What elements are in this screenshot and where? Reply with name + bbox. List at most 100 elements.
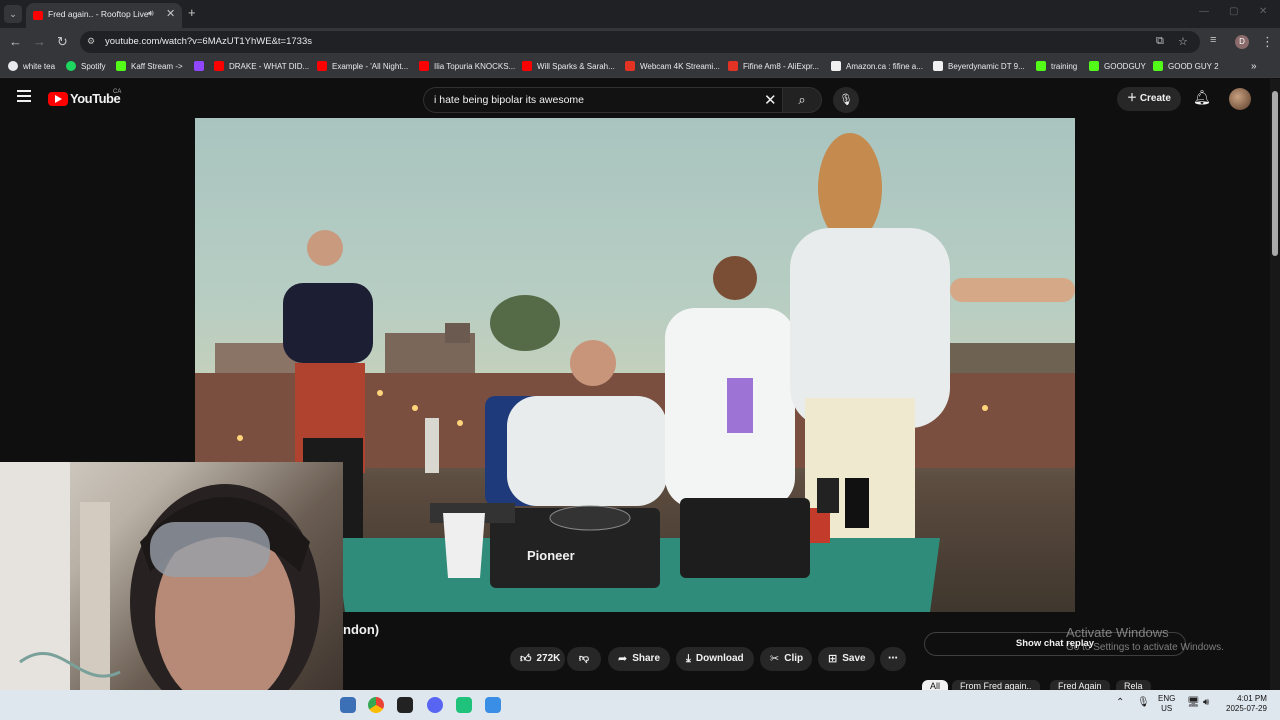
discord-icon[interactable] bbox=[427, 697, 443, 713]
bookmark-item[interactable]: Will Sparks & Sarah... bbox=[522, 61, 615, 71]
bookmark-item[interactable]: Webcam 4K Streami... bbox=[625, 61, 720, 71]
bookmark-item[interactable]: Spotify bbox=[66, 61, 105, 71]
bookmark-item[interactable]: Ilia Topuria KNOCKS... bbox=[419, 61, 515, 71]
tree bbox=[490, 295, 560, 351]
new-tab-button[interactable]: + bbox=[188, 5, 196, 20]
youtube-header: YouTube CA i hate being bipolar its awes… bbox=[0, 79, 1270, 118]
bookmark-star-icon[interactable]: ☆ bbox=[1178, 35, 1188, 48]
save-button[interactable]: ⊞ Save bbox=[818, 647, 875, 671]
bookmark-item[interactable]: Fifine Am8 - AliExpr... bbox=[728, 61, 819, 71]
volume-icon[interactable]: 🔊︎ bbox=[1203, 697, 1209, 708]
search-button[interactable]: ⌕ bbox=[782, 87, 822, 113]
activate-windows-watermark: Activate Windows Go to Settings to activ… bbox=[1066, 625, 1224, 653]
clip-button[interactable]: ✂ Clip bbox=[760, 647, 812, 671]
dj-mixer bbox=[680, 498, 810, 578]
app-icon[interactable] bbox=[456, 697, 472, 713]
youtube-icon bbox=[214, 61, 224, 71]
kick-icon bbox=[116, 61, 126, 71]
amazon-icon bbox=[933, 61, 943, 71]
voice-search-button[interactable]: 🎙︎ bbox=[833, 87, 859, 113]
tab-search-button[interactable]: ⌄ bbox=[4, 5, 22, 23]
account-avatar[interactable] bbox=[1229, 88, 1251, 110]
bookmark-item[interactable]: Beyerdynamic DT 9... bbox=[933, 61, 1025, 71]
thumbs-down-icon: 👎︎ bbox=[578, 653, 590, 664]
search-input[interactable]: i hate being bipolar its awesome bbox=[434, 94, 584, 106]
language-indicator[interactable]: ENG US bbox=[1158, 694, 1175, 714]
url-text[interactable]: youtube.com/watch?v=6MAzUT1YhWE&t=1733s bbox=[105, 36, 312, 47]
page-scrollbar[interactable] bbox=[1270, 79, 1280, 690]
media-controls-icon[interactable]: ≡ bbox=[1210, 34, 1216, 46]
bookmark-item[interactable] bbox=[194, 61, 209, 71]
watermark-title: Activate Windows bbox=[1066, 625, 1169, 640]
site-info-icon[interactable]: ⚙ bbox=[87, 36, 95, 47]
kick-icon bbox=[1153, 61, 1163, 71]
pioneer-logo: Pioneer bbox=[527, 548, 575, 563]
more-horizontal-icon: ⋯ bbox=[888, 653, 898, 664]
back-button[interactable]: ← bbox=[9, 34, 22, 49]
clear-search-icon[interactable]: ✕ bbox=[764, 91, 777, 109]
create-button[interactable]: ＋ Create bbox=[1117, 87, 1181, 111]
active-tab[interactable]: Fred again.. - Rooftop Live 🔊︎ ✕ bbox=[26, 3, 182, 28]
install-app-icon[interactable]: ⧉ bbox=[1156, 35, 1164, 48]
bookmark-item[interactable]: Example - 'All Night... bbox=[317, 61, 408, 71]
youtube-icon bbox=[317, 61, 327, 71]
bookmark-item[interactable]: white tea bbox=[8, 61, 55, 71]
scrollbar-thumb[interactable] bbox=[1272, 91, 1278, 256]
twitch-icon bbox=[194, 61, 204, 71]
profile-avatar[interactable]: D bbox=[1235, 35, 1249, 49]
bookmarks-bar: white tea Spotify Kaff Stream -> DRAKE -… bbox=[0, 56, 1280, 78]
taskbar-app-icon[interactable] bbox=[340, 697, 356, 713]
chrome-icon[interactable] bbox=[368, 697, 384, 713]
bookmark-item[interactable]: GOOD GUY 2 bbox=[1153, 61, 1219, 71]
close-tab-icon[interactable]: ✕ bbox=[166, 7, 175, 20]
browser-menu-icon[interactable]: ⋮ bbox=[1261, 34, 1274, 50]
kick-icon bbox=[1036, 61, 1046, 71]
aliexpress-icon bbox=[728, 61, 738, 71]
youtube-logo-icon[interactable] bbox=[48, 92, 68, 106]
microphone-icon: 🎙︎ bbox=[839, 94, 853, 106]
maximize-button[interactable]: ▢ bbox=[1229, 6, 1238, 17]
aliexpress-icon bbox=[625, 61, 635, 71]
notifications-bell-icon[interactable]: 🔔︎ bbox=[1193, 89, 1211, 106]
bookmark-item[interactable]: Kaff Stream -> bbox=[116, 61, 183, 71]
forward-button[interactable]: → bbox=[33, 34, 46, 49]
bookmark-item[interactable]: DRAKE - WHAT DID... bbox=[214, 61, 309, 71]
tab-title: Fred again.. - Rooftop Live bbox=[48, 9, 149, 19]
bookmark-item[interactable]: training bbox=[1036, 61, 1077, 71]
save-playlist-icon: ⊞ bbox=[828, 653, 838, 665]
youtube-favicon-icon bbox=[33, 11, 43, 20]
youtube-icon bbox=[522, 61, 532, 71]
video-title: ndon) bbox=[343, 622, 380, 637]
speaker-icon[interactable]: 🔊︎ bbox=[148, 8, 154, 19]
download-button[interactable]: ⤓ Download bbox=[676, 647, 754, 671]
share-button[interactable]: ➦ Share bbox=[608, 647, 670, 671]
browser-tab-strip: ⌄ Fred again.. - Rooftop Live 🔊︎ ✕ + — ▢… bbox=[0, 0, 1280, 28]
windows-taskbar: ⌃ 🎙︎ ENG US 🖥︎ 🔊︎ 4:01 PM 2025-07-29 bbox=[0, 690, 1280, 720]
browser-toolbar: ← → ↻ ⚙ youtube.com/watch?v=6MAzUT1YhWE&… bbox=[0, 28, 1280, 56]
search-box[interactable]: i hate being bipolar its awesome ✕ bbox=[423, 87, 788, 113]
bookmark-item[interactable]: Amazon.ca : fifine a... bbox=[831, 61, 923, 71]
share-icon: ➦ bbox=[618, 653, 628, 665]
tray-overflow-icon[interactable]: ⌃ bbox=[1116, 697, 1124, 708]
close-window-button[interactable]: ✕ bbox=[1259, 6, 1267, 17]
more-actions-button[interactable]: ⋯ bbox=[880, 647, 906, 671]
address-bar[interactable]: ⚙ youtube.com/watch?v=6MAzUT1YhWE&t=1733… bbox=[80, 31, 1200, 53]
download-icon: ⤓ bbox=[686, 653, 691, 665]
editor-app-icon[interactable] bbox=[397, 697, 413, 713]
menu-icon[interactable] bbox=[17, 90, 31, 102]
clock[interactable]: 4:01 PM 2025-07-29 bbox=[1226, 694, 1267, 714]
spotify-icon bbox=[66, 61, 76, 71]
region-label: CA bbox=[113, 89, 122, 95]
app-f-icon[interactable] bbox=[485, 697, 501, 713]
thumbs-up-icon: 👍︎ bbox=[520, 653, 532, 665]
network-icon[interactable]: 🖥︎ bbox=[1187, 697, 1200, 708]
dislike-button[interactable]: 👎︎ bbox=[567, 647, 601, 671]
search-icon: ⌕ bbox=[798, 92, 806, 107]
watermark-subtitle: Go to Settings to activate Windows. bbox=[1066, 642, 1224, 653]
more-bookmarks-icon[interactable]: » bbox=[1251, 61, 1257, 72]
bookmark-item[interactable]: GOODGUY bbox=[1089, 61, 1146, 71]
reload-button[interactable]: ↻ bbox=[57, 34, 68, 50]
microphone-tray-icon[interactable]: 🎙︎ bbox=[1137, 697, 1150, 708]
minimize-button[interactable]: — bbox=[1199, 6, 1209, 17]
like-button[interactable]: 👍︎ 272K bbox=[510, 647, 565, 671]
